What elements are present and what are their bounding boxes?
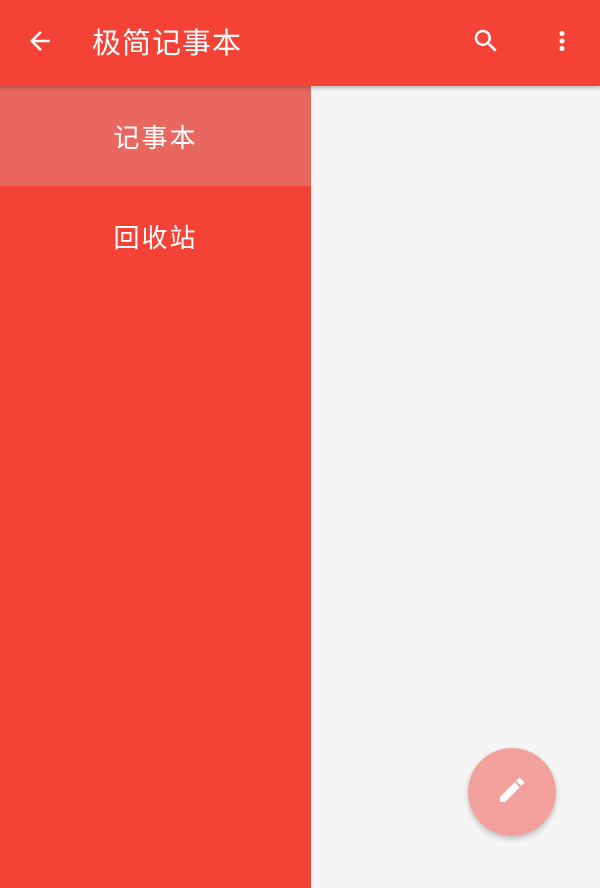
more-vert-icon — [547, 26, 577, 60]
drawer-item-recycle-bin[interactable]: 回收站 — [0, 186, 311, 286]
app-title: 极简记事本 — [92, 26, 243, 60]
search-button[interactable] — [458, 0, 514, 86]
arrow-back-icon — [25, 26, 55, 60]
pencil-edit-icon — [496, 774, 528, 810]
back-button[interactable] — [12, 0, 68, 86]
search-icon — [471, 26, 501, 60]
app-root: 极简记事本 记事本 回收站 — [0, 0, 600, 888]
app-bar: 极简记事本 — [0, 0, 600, 86]
drawer-item-label: 回收站 — [113, 223, 198, 254]
drawer-item-label: 记事本 — [113, 123, 198, 154]
navigation-drawer: 记事本 回收站 — [0, 86, 311, 888]
drawer-item-notebook[interactable]: 记事本 — [0, 86, 311, 186]
more-options-button[interactable] — [534, 0, 590, 86]
new-note-fab[interactable] — [468, 748, 556, 836]
notes-content-area — [311, 86, 600, 888]
